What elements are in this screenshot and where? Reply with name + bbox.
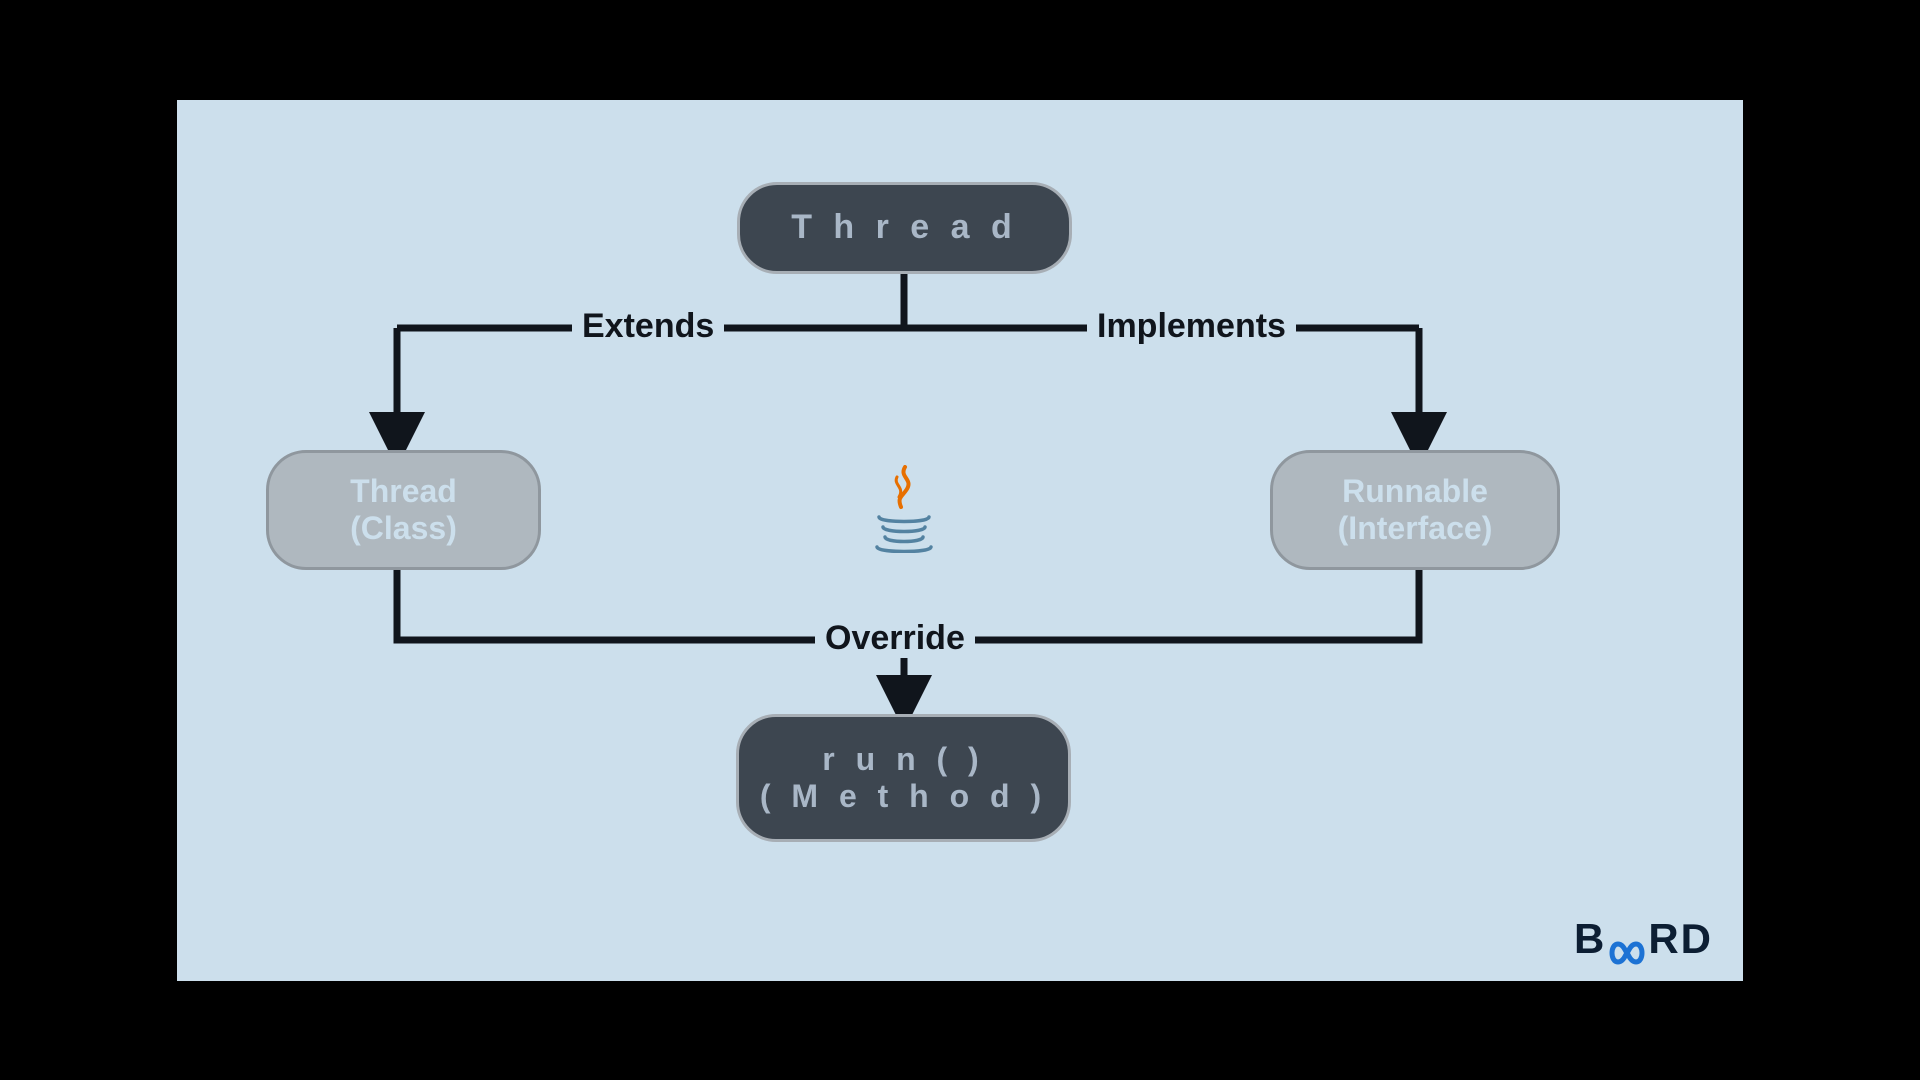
edge-label-implements: Implements [1087, 307, 1296, 346]
brand-post: RD [1648, 915, 1713, 963]
edge-label-extends: Extends [572, 307, 724, 346]
node-runnable-line2: (Interface) [1338, 510, 1493, 547]
brand-pre: B [1574, 915, 1606, 963]
brand-logo: B RD [1574, 915, 1713, 963]
node-run-line1: r u n ( ) [822, 741, 984, 778]
node-thread-class-line1: Thread [350, 473, 457, 510]
node-thread-top: T h r e a d [737, 182, 1072, 274]
node-run-method: r u n ( ) ( M e t h o d ) [736, 714, 1071, 842]
java-icon [871, 465, 937, 558]
node-thread-class: Thread (Class) [266, 450, 541, 570]
node-thread-class-line2: (Class) [350, 510, 457, 547]
edge-label-override: Override [815, 619, 975, 658]
node-runnable-interface: Runnable (Interface) [1270, 450, 1560, 570]
node-thread-top-label: T h r e a d [791, 208, 1018, 247]
node-run-line2: ( M e t h o d ) [760, 778, 1047, 815]
diagram-canvas: T h r e a d Thread (Class) Runnable (Int… [177, 100, 1743, 981]
node-runnable-line1: Runnable [1342, 473, 1488, 510]
infinity-icon [1608, 928, 1646, 954]
